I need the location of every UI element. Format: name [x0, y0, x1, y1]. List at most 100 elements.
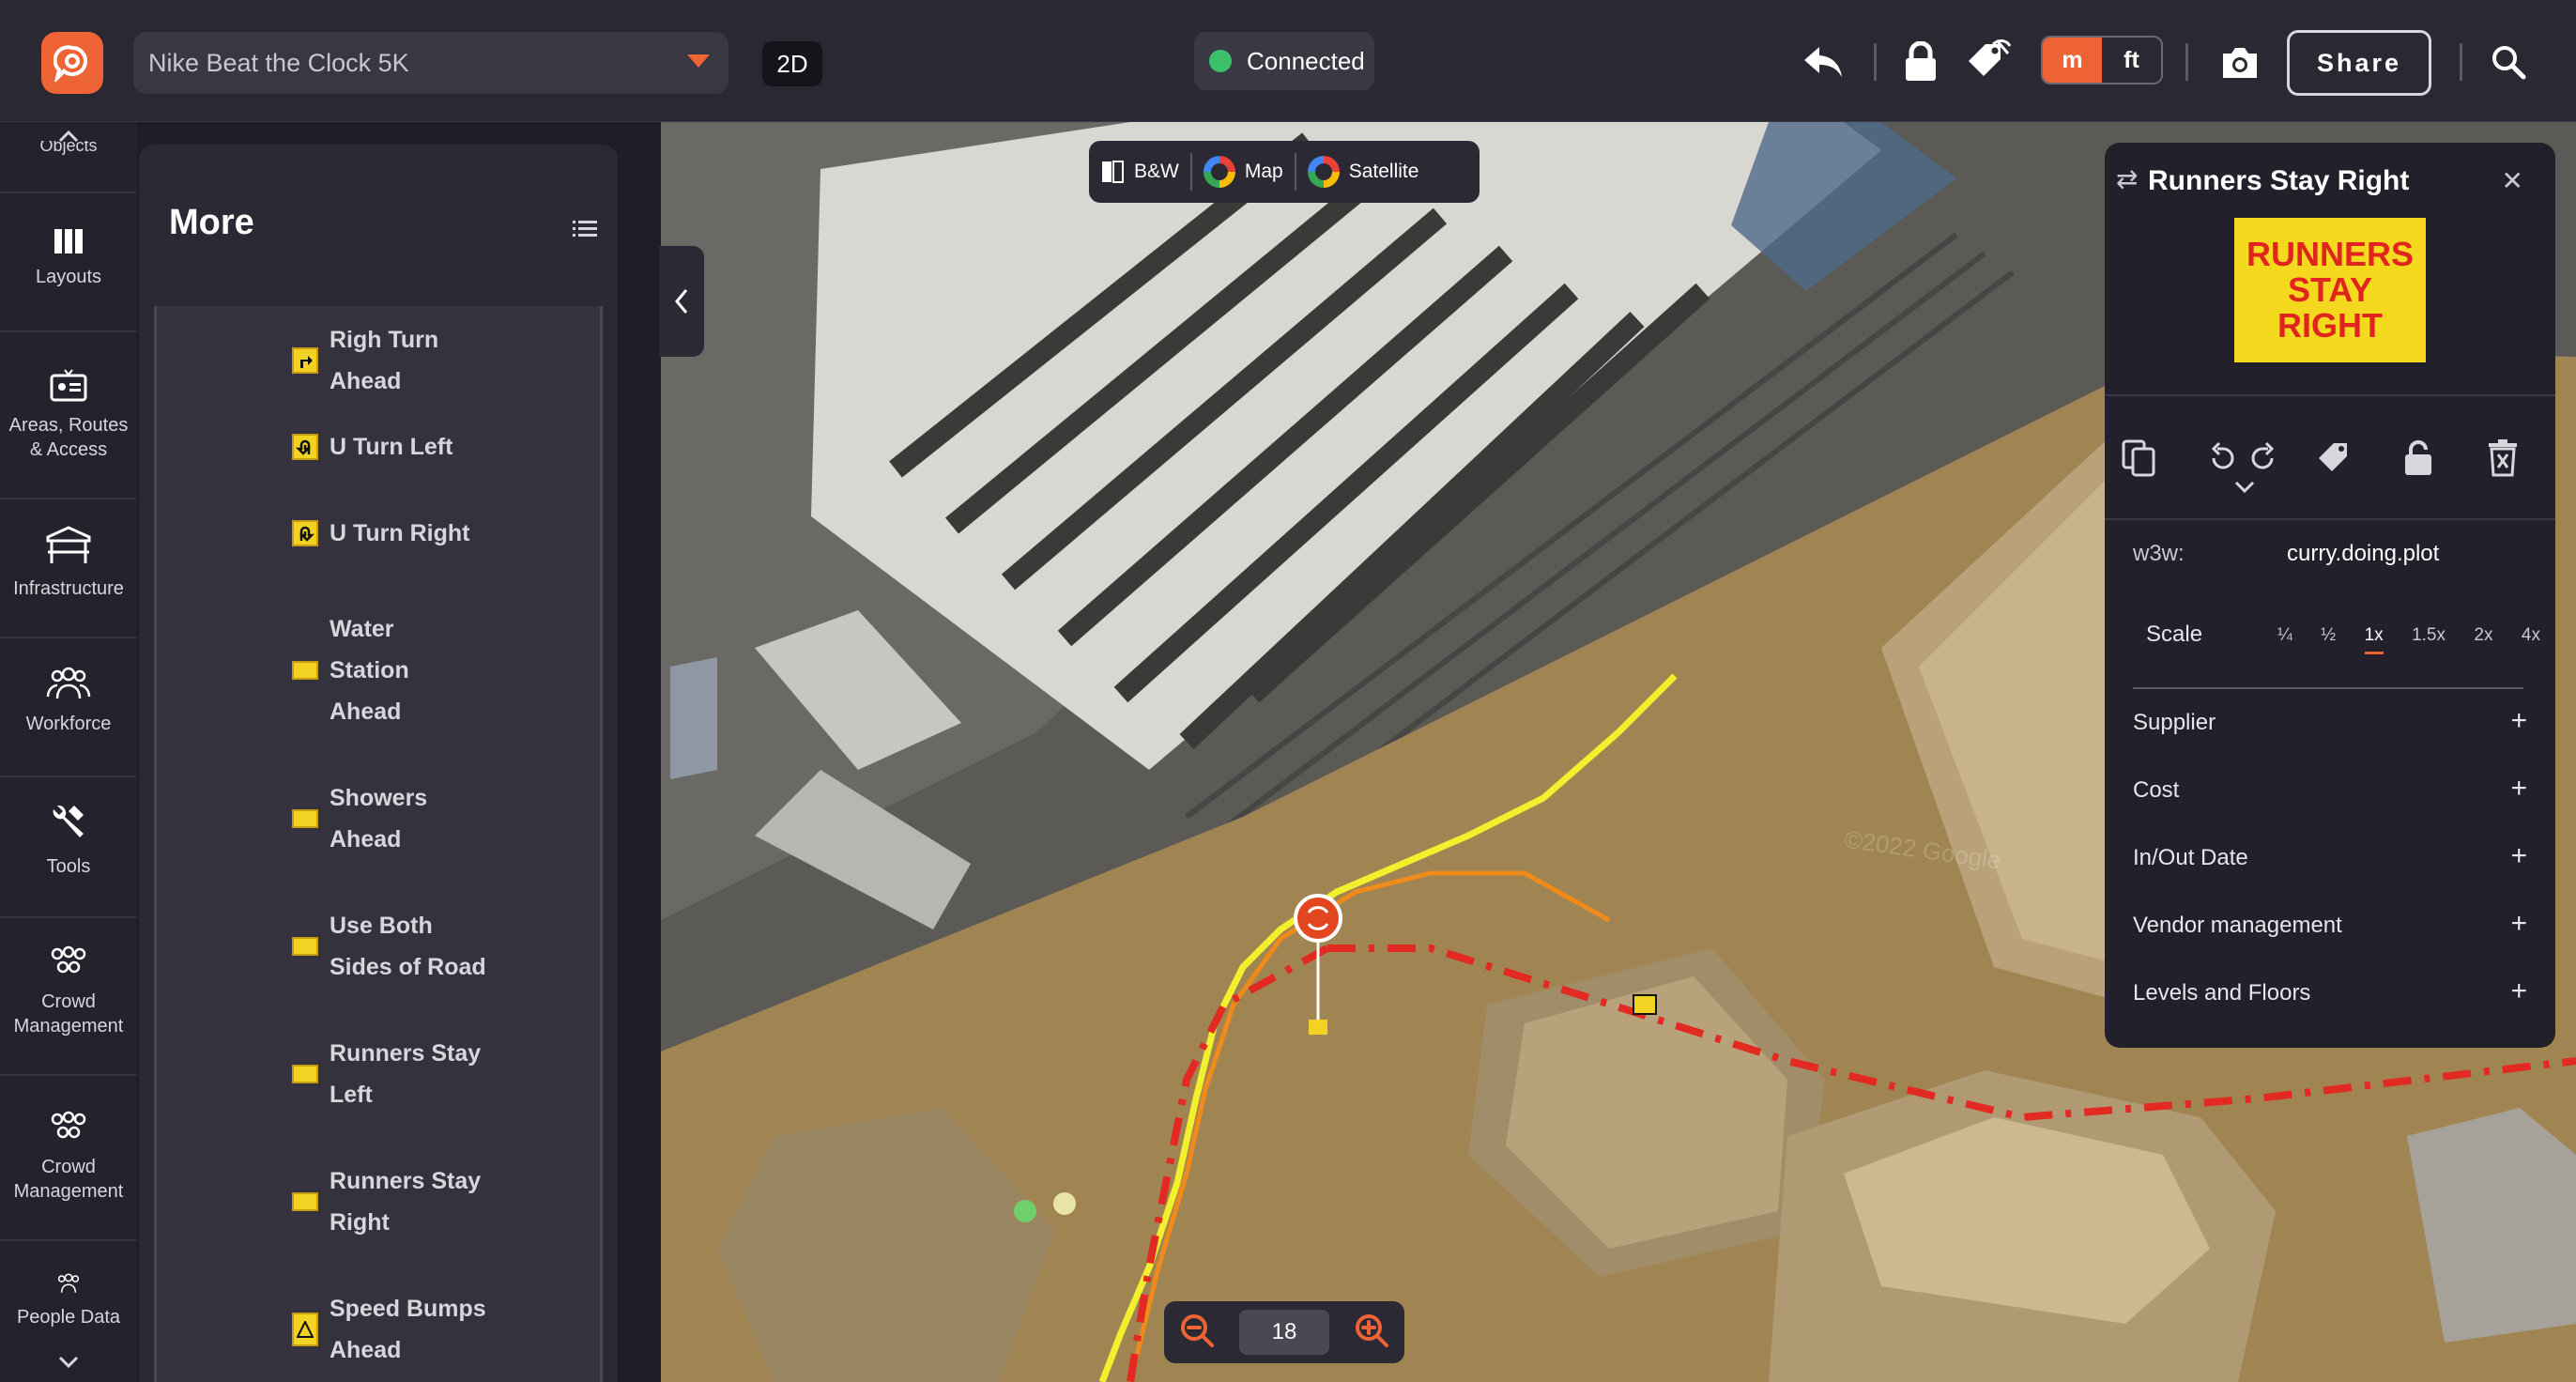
- share-button[interactable]: Share: [2287, 30, 2431, 96]
- left-rail: Objects Layouts Areas, Routes & Access I…: [0, 122, 137, 1382]
- rail-label: People Data: [16, 1307, 121, 1328]
- duplicate-icon[interactable]: [2116, 436, 2161, 481]
- layer-satellite-button[interactable]: Satellite: [1296, 153, 1431, 191]
- rail-item-layouts[interactable]: Layouts: [0, 229, 137, 289]
- event-selector[interactable]: Nike Beat the Clock 5K: [133, 32, 728, 94]
- rail-label: Infrastructure: [13, 578, 124, 599]
- camera-icon[interactable]: [2214, 36, 2266, 88]
- tag-hide-icon[interactable]: [1962, 36, 2015, 88]
- scale-half-button[interactable]: ½: [2321, 625, 2336, 654]
- rail-item-crowd-management[interactable]: Crowd Management: [0, 944, 137, 1038]
- list-item[interactable]: Showers Ahead: [157, 777, 600, 860]
- divider: [2105, 518, 2555, 520]
- list-item[interactable]: Runners Stay Right: [157, 1160, 600, 1243]
- collapse-panel-button[interactable]: [659, 246, 704, 357]
- sign-label: Ahead: [330, 368, 402, 394]
- rail-divider: [0, 1074, 137, 1076]
- search-icon[interactable]: [2482, 36, 2535, 88]
- rail-item-workforce[interactable]: Workforce: [0, 667, 137, 736]
- rotate-right-icon[interactable]: [2240, 436, 2285, 481]
- chevron-left-icon: [675, 289, 688, 314]
- rail-item-objects[interactable]: Objects: [0, 141, 137, 161]
- google-icon: [1203, 156, 1235, 188]
- stay-right-sign-icon: [292, 1192, 318, 1211]
- section-cost[interactable]: Cost +: [2133, 773, 2527, 804]
- rail-item-tools[interactable]: Tools: [0, 802, 137, 879]
- stage-icon: [46, 526, 91, 563]
- list-view-icon[interactable]: [573, 220, 597, 243]
- section-supplier[interactable]: Supplier +: [2133, 705, 2527, 736]
- sign-list: Righ Turn Ahead U Turn Left U Turn Right …: [154, 306, 603, 1382]
- crowd-icon: [51, 1111, 86, 1139]
- list-item[interactable]: Runners Stay Left: [157, 1033, 600, 1115]
- scale-2x-button[interactable]: 2x: [2474, 625, 2492, 654]
- app-logo[interactable]: [41, 32, 103, 94]
- list-item[interactable]: Righ Turn Ahead: [157, 319, 600, 402]
- zoom-level: 18: [1239, 1310, 1329, 1355]
- map-layer-switcher: B&W Map Satellite: [1089, 141, 1480, 203]
- layer-label: Satellite: [1348, 161, 1419, 182]
- rail-item-people-data[interactable]: People Data: [0, 1273, 137, 1329]
- tools-icon: [53, 805, 84, 837]
- scale-1-5x-button[interactable]: 1.5x: [2412, 625, 2446, 654]
- lock-icon[interactable]: [2396, 436, 2441, 481]
- plus-icon: +: [2510, 840, 2527, 871]
- rail-item-areas[interactable]: Areas, Routes & Access: [0, 368, 137, 462]
- rail-divider: [0, 330, 137, 332]
- both-sides-sign-icon: [292, 937, 318, 956]
- panel-title: More: [169, 203, 254, 242]
- section-label: Supplier: [2133, 710, 2216, 735]
- section-label: Cost: [2133, 777, 2180, 803]
- swap-icon[interactable]: ⇄: [2116, 163, 2138, 194]
- layer-bw-button[interactable]: B&W: [1089, 153, 1192, 191]
- chevron-down-icon[interactable]: [2234, 481, 2255, 499]
- sign-label: Station: [330, 657, 409, 683]
- status-dot-icon: [1209, 50, 1232, 72]
- scale-1x-button[interactable]: 1x: [2364, 625, 2384, 654]
- rail-item-infrastructure[interactable]: Infrastructure: [0, 524, 137, 601]
- layer-map-button[interactable]: Map: [1192, 153, 1296, 191]
- lock-icon[interactable]: [1894, 36, 1947, 88]
- list-item[interactable]: U Turn Right: [157, 513, 600, 554]
- list-item[interactable]: Use Both Sides of Road: [157, 905, 600, 988]
- rotate-left-icon[interactable]: [2200, 436, 2246, 481]
- sign-label: U Turn Left: [330, 434, 453, 460]
- list-item[interactable]: U Turn Left: [157, 426, 600, 468]
- toolbar-divider: [1874, 43, 1877, 81]
- rail-label: Layouts: [35, 267, 102, 287]
- u-turn-left-sign-icon: [292, 434, 318, 460]
- list-item[interactable]: Water Station Ahead: [157, 608, 600, 732]
- rail-item-crowd-management-2[interactable]: Crowd Management: [0, 1110, 137, 1204]
- section-levels-floors[interactable]: Levels and Floors +: [2133, 977, 2527, 1006]
- google-icon: [1307, 156, 1340, 188]
- undo-icon[interactable]: [1797, 36, 1849, 88]
- more-panel: More Righ Turn Ahead U Turn Left U Turn R…: [139, 145, 618, 1382]
- sign-label: Speed Bumps: [330, 1296, 486, 1322]
- plus-icon: +: [2510, 773, 2527, 804]
- rail-label: Areas, Routes & Access: [8, 415, 129, 460]
- unit-ft-button[interactable]: ft: [2102, 38, 2161, 83]
- zoom-out-icon[interactable]: [1179, 1313, 1215, 1353]
- rail-divider: [0, 916, 137, 918]
- scale-4x-button[interactable]: 4x: [2522, 625, 2540, 654]
- unit-m-button[interactable]: m: [2043, 38, 2102, 83]
- w3w-value[interactable]: curry.doing.plot: [2287, 541, 2439, 567]
- tag-icon[interactable]: [2311, 436, 2356, 481]
- rail-divider: [0, 498, 137, 499]
- chevron-down-icon[interactable]: [58, 1356, 79, 1374]
- plus-icon: +: [2510, 705, 2527, 736]
- sign-label: Sides of Road: [330, 954, 486, 980]
- rail-divider: [0, 192, 137, 193]
- sign-label: Right: [330, 1209, 390, 1236]
- section-vendor-management[interactable]: Vendor management +: [2133, 910, 2527, 939]
- delete-icon[interactable]: [2480, 436, 2525, 481]
- sign-preview: RUNNERS STAY RIGHT: [2234, 218, 2426, 362]
- list-item[interactable]: Speed Bumps Ahead: [157, 1288, 600, 1371]
- scale-options: ¼ ½ 1x 1.5x 2x 4x: [2277, 625, 2540, 654]
- view-2d-toggle[interactable]: 2D: [762, 41, 822, 86]
- scale-quarter-button[interactable]: ¼: [2277, 625, 2292, 654]
- section-in-out-date[interactable]: In/Out Date +: [2133, 840, 2527, 871]
- zoom-in-icon[interactable]: [1354, 1313, 1389, 1353]
- chevron-down-icon: [687, 54, 710, 68]
- close-icon[interactable]: ✕: [2502, 165, 2523, 196]
